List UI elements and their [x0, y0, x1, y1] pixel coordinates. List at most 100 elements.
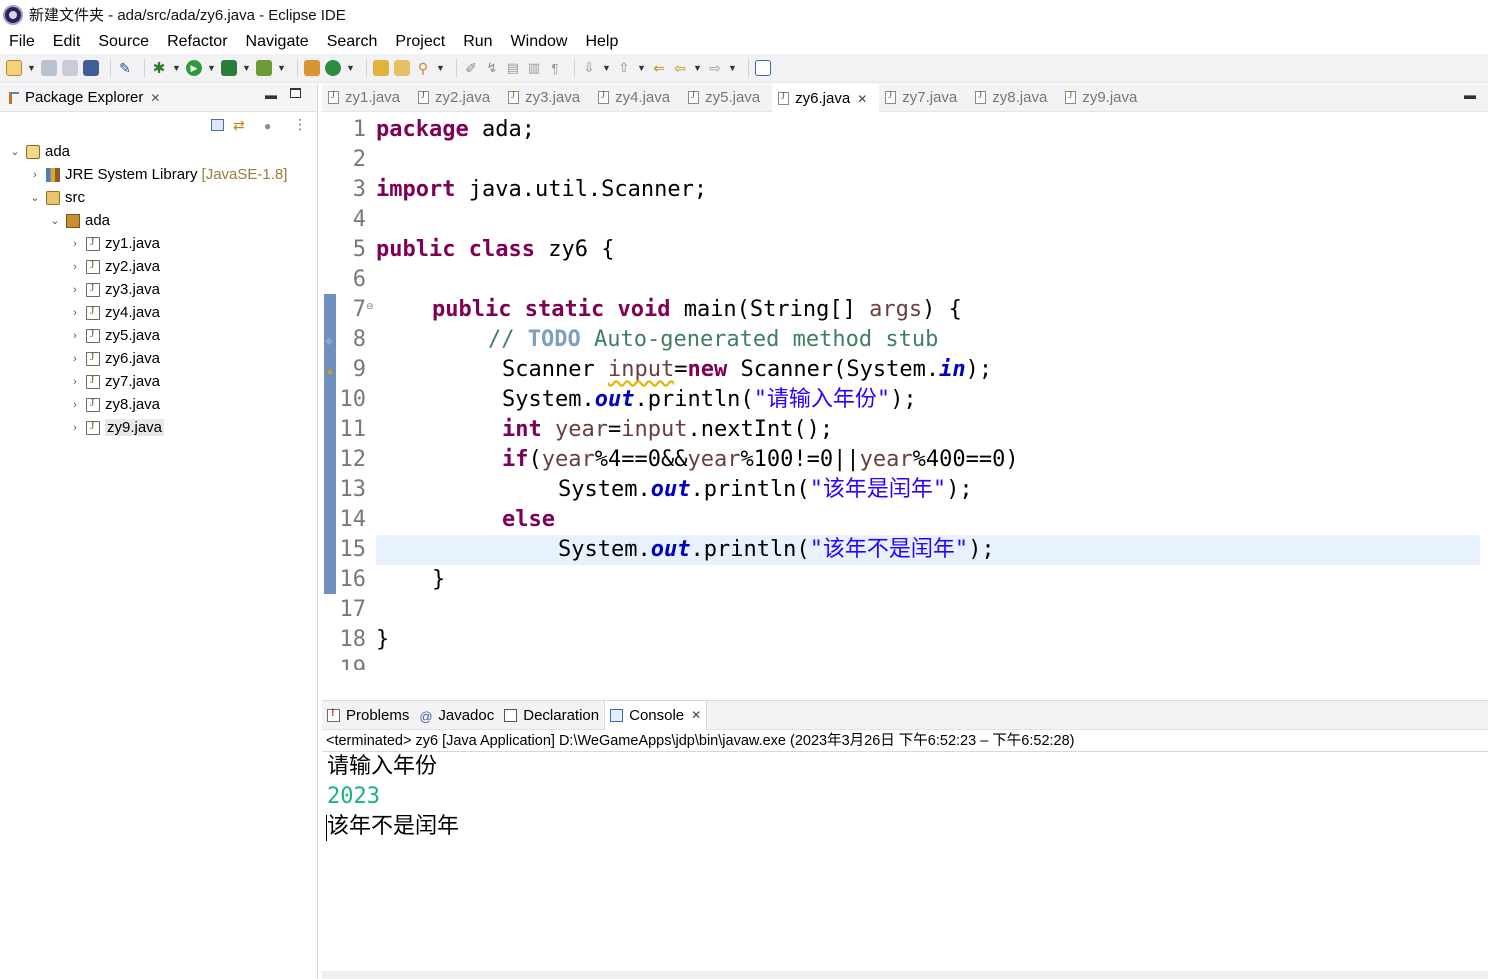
chevron-right-icon[interactable]: ›: [70, 261, 80, 273]
open-task-icon[interactable]: [394, 60, 410, 76]
menu-navigate[interactable]: Navigate: [246, 33, 309, 51]
menu-edit[interactable]: Edit: [53, 33, 81, 51]
new-java-class-icon[interactable]: [325, 60, 341, 76]
tree-item-zy8[interactable]: › zy8.java: [0, 393, 317, 416]
save-all-icon[interactable]: [62, 60, 78, 76]
close-icon[interactable]: ✕: [691, 708, 701, 722]
tab-console[interactable]: Console ✕: [604, 700, 708, 730]
search-icon[interactable]: ⚲: [415, 60, 431, 76]
chevron-down-icon[interactable]: ⌄: [50, 214, 60, 227]
back-dropdown-icon[interactable]: ▼: [693, 63, 702, 73]
minimize-icon[interactable]: ▬: [1464, 88, 1476, 102]
run-icon[interactable]: ▶: [186, 60, 202, 76]
pilcrow-icon[interactable]: ¶: [547, 60, 563, 76]
fold-collapse-icon[interactable]: ⊖: [366, 301, 374, 312]
chevron-right-icon[interactable]: ›: [70, 422, 80, 434]
tree-item-zy4[interactable]: › zy4.java: [0, 301, 317, 324]
tree-item-zy2[interactable]: › zy2.java: [0, 255, 317, 278]
filters-icon[interactable]: ●: [264, 119, 278, 133]
tab-zy3[interactable]: zy3.java: [502, 84, 592, 112]
tab-zy8[interactable]: zy8.java: [969, 84, 1059, 112]
debug-dropdown-icon[interactable]: ▼: [172, 63, 181, 73]
debug-icon[interactable]: ✱: [151, 60, 167, 77]
external-tools-dropdown-icon[interactable]: ▼: [277, 63, 286, 73]
chevron-right-icon[interactable]: ›: [70, 330, 80, 342]
console-output[interactable]: 请输入年份 2023 该年不是闰年: [322, 752, 1488, 842]
code-editor[interactable]: ◆ ▲ 1 2 3 4 5 6 7 ⊖ 8 9 10 11 12 13 14 1…: [322, 112, 1488, 670]
previous-annotation-dropdown-icon[interactable]: ▼: [637, 63, 646, 73]
tree-item-zy9[interactable]: › zy9.java: [0, 416, 317, 439]
menu-window[interactable]: Window: [511, 33, 568, 51]
open-perspective-icon[interactable]: [755, 60, 771, 76]
chevron-down-icon[interactable]: ⌄: [10, 145, 20, 158]
tab-zy7[interactable]: zy7.java: [879, 84, 969, 112]
coverage-dropdown-icon[interactable]: ▼: [242, 63, 251, 73]
next-annotation-icon[interactable]: ⇩: [581, 60, 597, 76]
block-selection-icon[interactable]: ▤: [505, 60, 521, 76]
chevron-right-icon[interactable]: ›: [70, 238, 80, 250]
close-icon[interactable]: ✕: [857, 92, 867, 106]
menu-project[interactable]: Project: [395, 33, 445, 51]
tab-problems[interactable]: Problems: [322, 701, 414, 730]
last-edit-location-icon[interactable]: ⇐: [651, 60, 667, 76]
tree-item-package-ada[interactable]: ⌄ ada: [0, 209, 317, 232]
tab-javadoc[interactable]: @ Javadoc: [414, 701, 499, 730]
new-java-class-dropdown-icon[interactable]: ▼: [346, 63, 355, 73]
external-tools-icon[interactable]: [256, 60, 272, 76]
console-horizontal-scrollbar[interactable]: [322, 971, 1488, 979]
new-dropdown-icon[interactable]: ▼: [27, 63, 36, 73]
tab-zy1[interactable]: zy1.java: [322, 84, 412, 112]
collapse-all-icon[interactable]: [211, 119, 224, 131]
chevron-right-icon[interactable]: ›: [70, 307, 80, 319]
minimize-icon[interactable]: ▬: [265, 88, 277, 102]
menu-file[interactable]: File: [9, 33, 35, 51]
chevron-down-icon[interactable]: ⌄: [30, 191, 40, 204]
chevron-right-icon[interactable]: ›: [70, 284, 80, 296]
forward-dropdown-icon[interactable]: ▼: [728, 63, 737, 73]
show-whitespace-icon[interactable]: ▥: [526, 60, 542, 76]
tree-item-zy7[interactable]: › zy7.java: [0, 370, 317, 393]
menu-search[interactable]: Search: [327, 33, 378, 51]
tree-item-zy1[interactable]: › zy1.java: [0, 232, 317, 255]
tab-zy6[interactable]: zy6.java ✕: [772, 83, 880, 112]
open-type-icon[interactable]: [373, 60, 389, 76]
coverage-icon[interactable]: [221, 60, 237, 76]
chevron-right-icon[interactable]: ›: [70, 376, 80, 388]
package-explorer-tab[interactable]: Package Explorer ✕ ▬: [0, 84, 317, 112]
save-icon[interactable]: [41, 60, 57, 76]
warning-icon[interactable]: ▲: [325, 366, 335, 377]
tab-zy2[interactable]: zy2.java: [412, 84, 502, 112]
tab-zy4[interactable]: zy4.java: [592, 84, 682, 112]
tree-item-jre-library[interactable]: › JRE System Library [JavaSE-1.8]: [0, 163, 317, 186]
tree-item-zy6[interactable]: › zy6.java: [0, 347, 317, 370]
menu-help[interactable]: Help: [585, 33, 618, 51]
tree-item-zy3[interactable]: › zy3.java: [0, 278, 317, 301]
tree-item-project-ada[interactable]: ⌄ ada: [0, 140, 317, 163]
new-icon[interactable]: [6, 60, 22, 76]
view-menu-icon[interactable]: ⋮: [293, 116, 307, 133]
chevron-right-icon[interactable]: ›: [30, 169, 40, 181]
link-with-editor-icon[interactable]: ⇄: [233, 118, 247, 132]
task-marker-icon[interactable]: ◆: [325, 336, 333, 347]
tree-item-zy5[interactable]: › zy5.java: [0, 324, 317, 347]
chevron-right-icon[interactable]: ›: [70, 353, 80, 365]
tab-zy5[interactable]: zy5.java: [682, 84, 772, 112]
tab-zy9[interactable]: zy9.java: [1059, 84, 1149, 112]
chevron-right-icon[interactable]: ›: [70, 399, 80, 411]
tree-item-src[interactable]: ⌄ src: [0, 186, 317, 209]
menu-run[interactable]: Run: [463, 33, 492, 51]
new-java-package-icon[interactable]: [304, 60, 320, 76]
maximize-icon[interactable]: [290, 88, 301, 98]
close-icon[interactable]: ✕: [150, 91, 160, 105]
next-annotation-dropdown-icon[interactable]: ▼: [602, 63, 611, 73]
run-dropdown-icon[interactable]: ▼: [207, 63, 216, 73]
toggle-word-wrap-icon[interactable]: ↯: [484, 60, 500, 76]
terminal-icon[interactable]: [83, 60, 99, 76]
search-dropdown-icon[interactable]: ▼: [436, 63, 445, 73]
forward-icon[interactable]: ⇨: [707, 60, 723, 76]
tab-declaration[interactable]: Declaration: [499, 701, 604, 730]
menu-source[interactable]: Source: [98, 33, 149, 51]
toggle-mark-occurrences-icon[interactable]: ✐: [463, 60, 479, 76]
back-icon[interactable]: ⇦: [672, 60, 688, 76]
skip-breakpoints-icon[interactable]: ✎: [117, 60, 133, 76]
